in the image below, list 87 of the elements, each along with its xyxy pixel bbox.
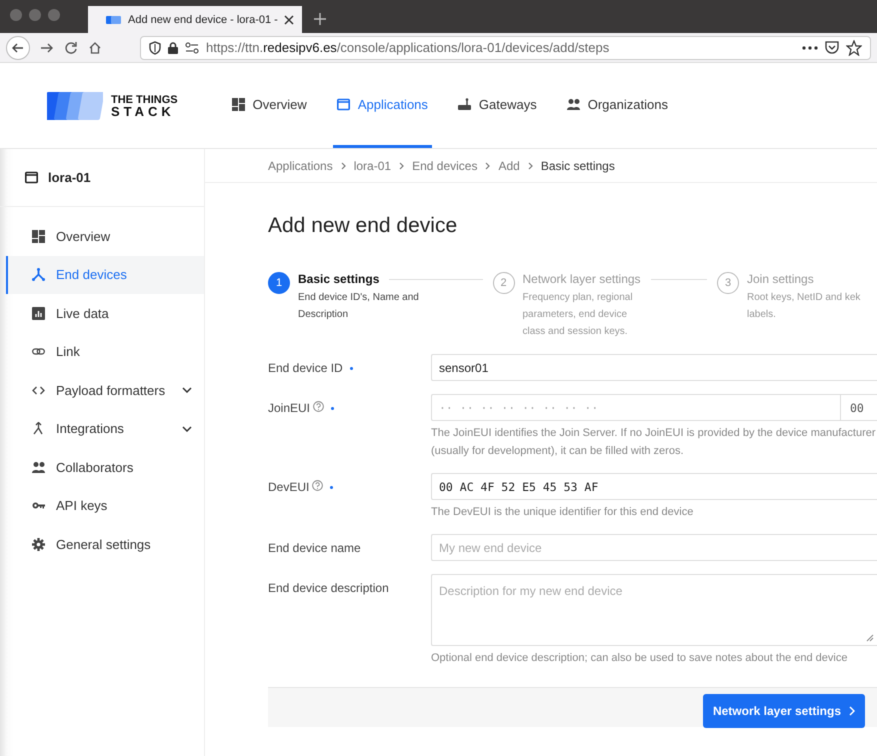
sidebar-item[interactable]: General settings (6, 525, 204, 564)
new-tab-icon[interactable] (314, 13, 326, 25)
logo-text: STACK (111, 106, 176, 118)
page-favicon-icon (106, 14, 122, 24)
people-icon (566, 98, 580, 110)
field-label: End device name (268, 541, 361, 555)
router-icon (458, 98, 471, 110)
nav-tab[interactable]: Applications (332, 63, 432, 148)
url-text: https://ttn.redesipv6.es/console/applications/lora-01/devices/add/steps (206, 40, 610, 55)
chevron-right-icon (485, 162, 490, 170)
chevron-right-icon (399, 162, 404, 170)
step-description: Frequency plan, regional parameters, end device class and session keys. (522, 291, 634, 339)
help-icon (313, 401, 324, 412)
byte-order-toggle[interactable]: 00 (840, 395, 877, 420)
breadcrumb-item[interactable]: lora-01 (354, 158, 392, 172)
address-bar[interactable]: https://ttn.redesipv6.es/console/applications/lora-01/devices/add/steps (140, 36, 871, 60)
input-field[interactable]: sensor01 (431, 354, 877, 381)
breadcrumb-item[interactable]: End devices (412, 158, 478, 172)
required-dot (330, 486, 334, 489)
dashboard-icon (232, 98, 245, 110)
breadcrumb-item[interactable]: Add (498, 158, 520, 172)
step-title: Join settings (747, 272, 814, 286)
step-title: Network layer settings (522, 272, 641, 286)
chevron-down-icon (182, 387, 192, 394)
sidebar-item[interactable]: Payload formatters (6, 371, 204, 410)
field-label: DevEUI (268, 480, 310, 494)
step-description: End device ID's, Name and Description (298, 291, 420, 322)
shield-icon (149, 40, 161, 54)
logo-text: THE THINGS (111, 94, 178, 106)
nav-tab[interactable]: Organizations (562, 63, 672, 148)
stacked-cards-logo-icon (47, 90, 103, 122)
sidebar-item[interactable]: Collaborators (6, 448, 204, 486)
field-label: End device ID (268, 361, 343, 375)
sidebar-item[interactable]: End devices (6, 256, 204, 294)
field-hint: Optional end device description; can also be used to save notes about the end device (431, 651, 848, 666)
step-number: 2 (492, 272, 514, 294)
help-icon (312, 480, 324, 491)
browser-tab[interactable]: Add new end device - lora-01 - (88, 6, 302, 33)
code-brackets-icon (32, 384, 45, 397)
merge-icon (32, 422, 45, 436)
pocket-icon[interactable] (825, 41, 839, 54)
step-number: 1 (268, 272, 290, 294)
sidebar-item[interactable]: Integrations (6, 410, 204, 448)
back-icon[interactable] (6, 36, 30, 60)
field-label: JoinEUI (268, 401, 310, 415)
dashboard-icon (32, 230, 45, 243)
step-title: Basic settings (298, 272, 380, 286)
breadcrumb-item: Basic settings (540, 158, 615, 172)
resize-grip-icon (866, 634, 874, 642)
field-hint: The JoinEUI identifies the Join Server. If no JoinEUI is provided by the device manufacturer (usually for development), it can be filled with zeros. (431, 426, 876, 459)
sidebar-item[interactable]: Link (6, 332, 204, 371)
window-icon (25, 171, 38, 184)
chevron-down-icon (182, 426, 192, 432)
gear-icon (32, 538, 45, 551)
lock-icon (168, 42, 178, 54)
step-description: Root keys, NetID and kek labels. (747, 291, 862, 322)
home-icon[interactable] (88, 40, 102, 54)
field-label: End device description (268, 581, 389, 595)
step-number: 3 (717, 272, 739, 294)
required-dot (331, 407, 334, 410)
close-icon[interactable] (284, 14, 294, 24)
forward-icon[interactable] (40, 40, 54, 54)
permissions-icon (185, 42, 199, 54)
required-dot (350, 367, 353, 370)
branch-icon (32, 268, 45, 282)
nav-tab[interactable]: Overview (228, 63, 311, 148)
chevron-right-icon (340, 162, 346, 170)
more-icon[interactable] (802, 46, 818, 50)
nav-tab[interactable]: Gateways (454, 63, 541, 148)
sidebar-item[interactable]: Live data (6, 294, 204, 332)
window-icon (336, 98, 350, 110)
tab-title: Add new end device - lora-01 - (128, 14, 278, 26)
sidebar-item[interactable]: API keys (6, 486, 204, 525)
reload-icon[interactable] (64, 40, 78, 54)
input-field[interactable]: 00 AC 4F 52 E5 45 53 AF (431, 473, 877, 500)
input-field[interactable]: ·· ·· ·· ·· ·· ·· ·· ·· 00 (431, 394, 877, 421)
chevron-right-icon (528, 162, 533, 170)
bar-chart-icon (32, 306, 45, 320)
application-name: lora-01 (48, 170, 91, 185)
people-icon (32, 460, 45, 474)
field-hint: The DevEUI is the unique identifier for this end device (431, 505, 694, 520)
next-step-button[interactable]: Network layer settings (702, 694, 865, 728)
chevron-right-icon (849, 706, 855, 716)
page-title: Add new end device (268, 214, 458, 239)
sidebar-item[interactable]: Overview (6, 217, 204, 256)
star-icon[interactable] (846, 40, 862, 56)
breadcrumb-item[interactable]: Applications (268, 158, 333, 172)
